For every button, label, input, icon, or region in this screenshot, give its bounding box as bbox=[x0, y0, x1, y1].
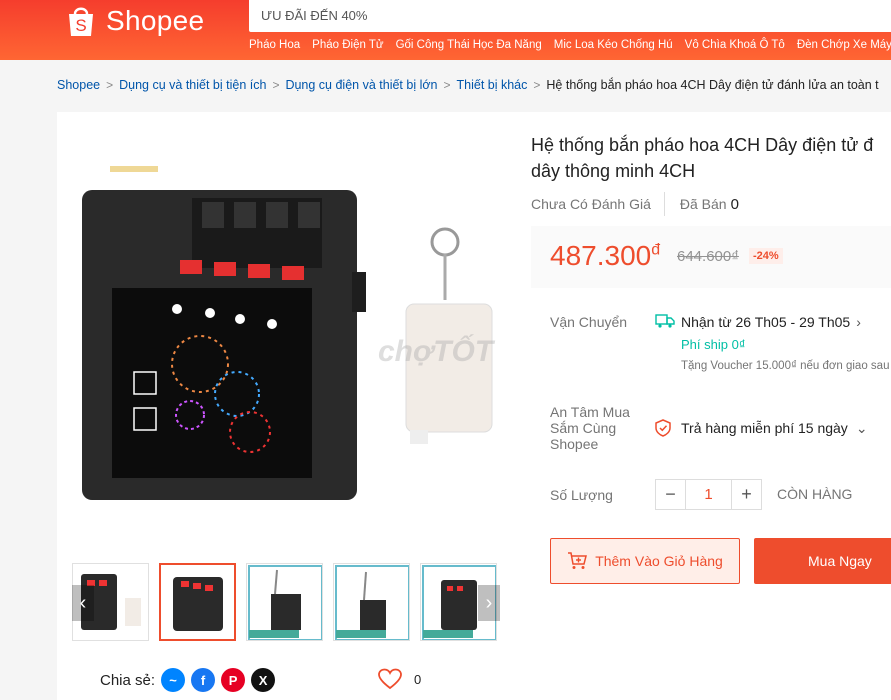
heart-icon[interactable] bbox=[378, 668, 402, 690]
price-value: 487.300 bbox=[550, 240, 652, 271]
discount-badge: -24% bbox=[749, 248, 783, 264]
quantity-decrease-button[interactable]: − bbox=[655, 479, 686, 510]
shipping-fee: Phí ship 0₫ bbox=[681, 337, 746, 352]
hot-keyword[interactable]: Mic Loa Kéo Chống Hú bbox=[554, 39, 673, 51]
currency-symbol: đ bbox=[651, 241, 661, 259]
divider bbox=[663, 192, 665, 216]
truck-icon bbox=[655, 314, 675, 328]
delivery-eta-text: Nhận từ 26 Th05 - 29 Th05 bbox=[681, 314, 851, 330]
rating-text: Chưa Có Đánh Giá bbox=[531, 196, 651, 212]
x-twitter-icon[interactable]: X bbox=[251, 668, 276, 692]
chevron-right-icon: › bbox=[485, 591, 493, 614]
hot-keyword[interactable]: Gối Công Thái Học Đa Năng bbox=[396, 39, 542, 51]
chevron-right-icon: > bbox=[533, 78, 541, 92]
svg-text:S: S bbox=[75, 16, 86, 35]
thumbnail-next-button[interactable]: › bbox=[478, 585, 500, 621]
thumbnail-image bbox=[248, 565, 322, 640]
product-title-line: Hệ thống bắn pháo hoa 4CH Dây điện tử đ bbox=[531, 135, 874, 155]
hot-keywords: Pháo Hoa Pháo Điện Tử Gối Công Thái Học … bbox=[249, 39, 891, 51]
breadcrumb-link[interactable]: Thiết bị khác bbox=[457, 78, 528, 92]
share-label: Chia sẻ: bbox=[100, 671, 156, 689]
breadcrumb-link[interactable]: Dụng cụ điện và thiết bị lớn bbox=[285, 78, 437, 92]
chevron-left-icon: ‹ bbox=[79, 591, 87, 614]
buy-now-button[interactable]: Mua Ngay bbox=[754, 538, 891, 584]
shipping-label: Vận Chuyển bbox=[550, 314, 628, 330]
product-title-line: dây thông minh 4CH bbox=[531, 161, 696, 181]
search-input[interactable]: ƯU ĐÃI ĐẾN 40% bbox=[261, 8, 367, 23]
facebook-icon[interactable]: f bbox=[191, 668, 216, 692]
search-bar[interactable]: ƯU ĐÃI ĐẾN 40% bbox=[249, 0, 891, 32]
thumbnail-strip bbox=[72, 563, 497, 641]
breadcrumb: Shopee > Dụng cụ và thiết bị tiện ích > … bbox=[57, 78, 879, 92]
share-section: Chia sẻ: ~ f P X bbox=[100, 668, 276, 692]
hot-keyword[interactable]: Vô Chìa Khoá Ô Tô bbox=[685, 39, 785, 51]
guarantee-label-line: Shopee bbox=[550, 436, 599, 452]
hot-keyword[interactable]: Pháo Hoa bbox=[249, 39, 300, 51]
shield-check-icon bbox=[655, 419, 671, 437]
hot-keyword[interactable]: Pháo Điện Tử bbox=[312, 39, 383, 51]
shipping-voucher: Tặng Voucher 15.000₫ nếu đơn giao sau bbox=[681, 360, 890, 372]
shopping-bag-icon: S bbox=[69, 7, 93, 36]
breadcrumb-current: Hệ thống bắn pháo hoa 4CH Dây điện tử đá… bbox=[546, 78, 879, 92]
add-to-cart-button[interactable]: Thêm Vào Giỏ Hàng bbox=[550, 538, 740, 584]
thumbnail-image bbox=[335, 565, 409, 640]
chevron-right-icon: › bbox=[856, 314, 861, 330]
return-policy[interactable]: Trả hàng miễn phí 15 ngày ⌄ bbox=[681, 420, 868, 437]
like-count: 0 bbox=[414, 671, 422, 687]
product-title: Hệ thống bắn pháo hoa 4CH Dây điện tử đ … bbox=[531, 132, 891, 184]
guarantee-label-line: Sắm Cùng bbox=[550, 420, 617, 436]
hot-keyword[interactable]: Đèn Chớp Xe Máy bbox=[797, 39, 891, 51]
chevron-right-icon: > bbox=[106, 78, 114, 92]
guarantee-label: An Tâm Mua Sắm Cùng Shopee bbox=[550, 404, 630, 452]
price-box: 487.300đ 644.600₫ -24% bbox=[531, 226, 891, 288]
thumbnail-image bbox=[173, 577, 223, 631]
thumbnail-active[interactable] bbox=[159, 563, 236, 641]
original-price: 644.600₫ bbox=[677, 248, 739, 265]
messenger-icon[interactable]: ~ bbox=[161, 668, 186, 692]
thumbnail-prev-button[interactable]: ‹ bbox=[72, 585, 94, 621]
thumbnail[interactable] bbox=[246, 563, 323, 641]
sold-label: Đã Bán bbox=[679, 196, 727, 212]
pinterest-icon[interactable]: P bbox=[221, 668, 246, 692]
quantity-label: Số Lượng bbox=[550, 487, 613, 503]
product-stats: Chưa Có Đánh Giá Đã Bán 0 bbox=[531, 192, 739, 216]
guarantee-label-line: An Tâm Mua bbox=[550, 404, 630, 420]
like-section[interactable]: 0 bbox=[378, 668, 421, 690]
delivery-eta[interactable]: Nhận từ 26 Th05 - 29 Th05 › bbox=[681, 314, 861, 330]
cart-plus-icon bbox=[568, 552, 588, 569]
logo-text: Shopee bbox=[106, 5, 205, 36]
stock-status: CÒN HÀNG bbox=[777, 486, 853, 502]
current-price: 487.300đ bbox=[550, 240, 660, 272]
chevron-right-icon: > bbox=[443, 78, 451, 92]
image-watermark: chợTỐT bbox=[378, 335, 494, 368]
return-policy-text: Trả hàng miễn phí 15 ngày bbox=[681, 420, 848, 436]
quantity-stepper: − 1 + bbox=[655, 479, 762, 510]
add-to-cart-label: Thêm Vào Giỏ Hàng bbox=[595, 553, 723, 569]
site-header: S Shopee ƯU ĐÃI ĐẾN 40% Pháo Hoa Pháo Đi… bbox=[0, 0, 891, 60]
quantity-increase-button[interactable]: + bbox=[731, 479, 762, 510]
thumbnail[interactable] bbox=[333, 563, 410, 641]
chevron-down-icon: ⌄ bbox=[855, 420, 868, 436]
sold-count: 0 bbox=[730, 195, 739, 213]
shopee-logo[interactable]: S Shopee bbox=[64, 4, 204, 38]
breadcrumb-link[interactable]: Shopee bbox=[57, 78, 100, 92]
breadcrumb-link[interactable]: Dụng cụ và thiết bị tiện ích bbox=[119, 78, 266, 92]
chevron-right-icon: > bbox=[272, 78, 280, 92]
quantity-input[interactable]: 1 bbox=[686, 479, 731, 510]
